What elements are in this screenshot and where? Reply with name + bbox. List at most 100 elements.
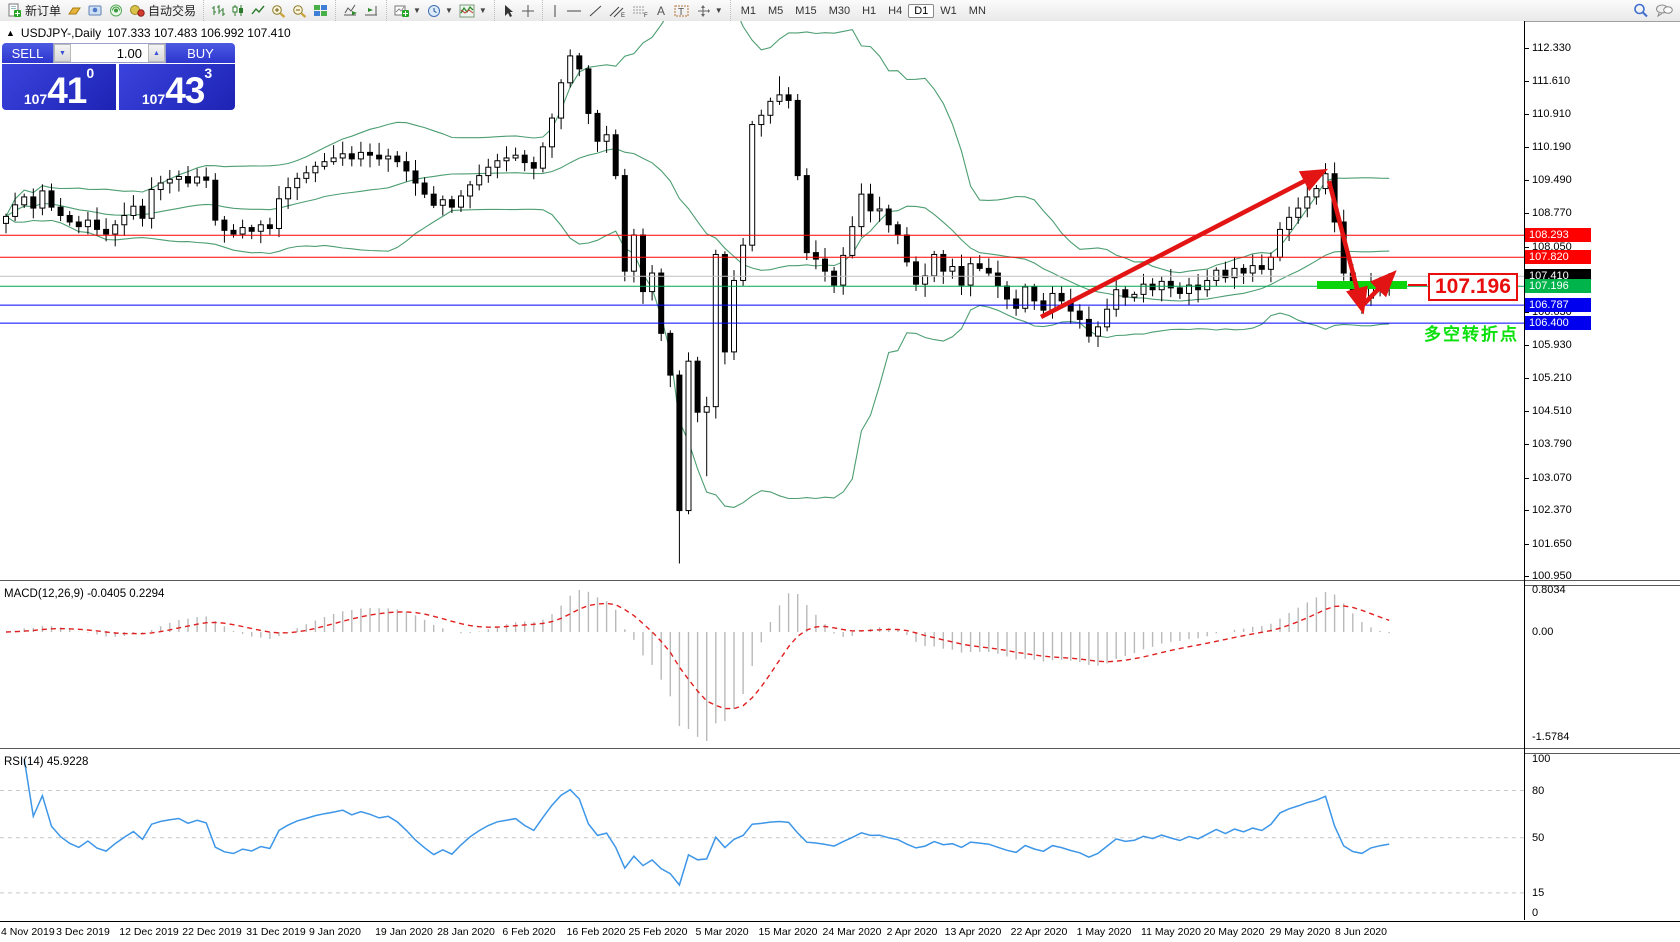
tab-timeframe-H4[interactable]: H4 [882,4,908,18]
periods-icon [427,4,440,17]
text-label-button[interactable]: T [671,3,693,19]
axis-tick [1524,113,1529,115]
price-axis-label: 105.930 [1532,338,1572,351]
bar-chart-button[interactable] [208,3,228,18]
candlestick-icon [232,5,244,16]
signal-button[interactable] [106,3,127,18]
vline-button[interactable] [547,3,563,19]
candle [849,226,856,256]
auto-scroll-icon [344,4,358,16]
arrows-button[interactable]: ▼ [693,3,726,19]
axis-tick [1524,575,1529,577]
rsi-pane[interactable] [0,752,1524,918]
svg-text:A: A [657,4,665,18]
candle [57,206,64,216]
cursor-button[interactable] [499,3,518,19]
macd-pane[interactable] [0,584,1524,748]
tab-timeframe-M5[interactable]: M5 [762,4,789,18]
macd-axis-label: 0.00 [1532,626,1554,639]
tab-timeframe-D1[interactable]: D1 [908,3,935,18]
chat-button[interactable] [1652,2,1676,19]
terminal-button[interactable] [85,3,106,18]
candle [12,204,19,217]
candle [339,153,346,159]
candle [1104,308,1111,328]
tab-timeframe-W1[interactable]: W1 [934,4,963,18]
candle [294,177,301,189]
tab-timeframe-M15[interactable]: M15 [789,4,822,18]
candle [640,234,646,293]
buy-button[interactable]: BUY [166,43,235,63]
zoom-in-button[interactable] [268,3,289,19]
fibo-button[interactable]: F [629,3,652,19]
axis-tick [1524,344,1529,346]
signal-icon [110,4,123,17]
tab-timeframe-H1[interactable]: H1 [856,4,882,18]
date-axis-label: 5 Mar 2020 [695,926,749,938]
bar-chart-icon [212,5,226,16]
chart-shift-button[interactable] [361,3,382,18]
trendline-button[interactable] [585,3,606,19]
candle [66,214,73,223]
buy-price[interactable]: 107 43 3 [119,64,235,110]
volume-up-button[interactable]: ▲ [148,44,165,62]
candle [21,196,28,206]
axis-tick [1524,510,1529,512]
auto-trading-button[interactable]: 自动交易 [127,1,199,20]
chart-title: ▲ USDJPY-,Daily 107.333 107.483 106.992 … [6,26,291,40]
sell-button[interactable]: SELL [2,43,53,63]
date-axis[interactable]: 4 Nov 2019 3 Dec 2019 12 Dec 2019 22 Dec 20… [0,921,1680,942]
indicators-icon [459,4,475,17]
tile-windows-button[interactable] [310,3,331,18]
auto-scroll-button[interactable] [340,3,361,18]
tab-timeframe-M30[interactable]: M30 [823,4,856,18]
new-order-button[interactable]: 新订单 [4,1,64,20]
axis-tick [1524,246,1529,248]
tab-timeframe-MN[interactable]: MN [963,4,992,18]
text-button[interactable]: A [652,3,671,19]
channel-button[interactable]: E [606,3,629,19]
price-callout[interactable]: 107.196 [1428,273,1518,301]
zoom-in-icon [272,4,286,18]
candle [357,151,364,160]
sell-price[interactable]: 107 41 0 [2,64,116,110]
indicators-button[interactable]: ▼ [456,3,490,19]
fibo-icon: F [632,6,648,18]
gold-button[interactable] [64,3,85,18]
volume-input[interactable]: 1.00 [71,44,148,62]
candle [567,55,574,84]
candle [1031,286,1038,302]
price-tag-107.820: 107.820 [1525,250,1591,265]
periods-button[interactable]: ▼ [424,3,456,19]
crosshair-button[interactable] [518,3,538,19]
date-axis-label: 22 Dec 2019 [182,926,242,938]
chat-icon [1656,4,1673,18]
date-axis-label: 28 Jan 2020 [437,926,495,938]
candle [1322,173,1329,190]
candle [703,406,710,413]
sell-price-point: 0 [86,65,95,81]
candlestick-button[interactable] [228,3,248,18]
caret-icon: ▼ [444,6,453,15]
date-axis-label: 22 Apr 2020 [1010,926,1068,938]
candle [712,253,719,408]
candle [1204,279,1211,291]
search-button[interactable] [1630,2,1652,19]
hline-button[interactable] [563,3,585,19]
macd-axis-label: 0.8034 [1532,584,1566,596]
rsi-axis-label: 0 [1532,906,1539,919]
sell-price-big-figure: 107 [23,91,48,107]
candle [794,99,801,177]
turning-point-text: 多空转折点 [1424,325,1519,344]
green-support-bar[interactable] [1317,281,1407,289]
tab-timeframe-M1[interactable]: M1 [735,4,762,18]
new-chart-button[interactable]: ▼ [391,3,424,18]
line-chart-button[interactable] [248,3,268,18]
trend-arrow[interactable] [1359,270,1397,309]
volume-down-button[interactable]: ▼ [54,44,71,62]
arrows-icon [697,4,710,17]
candle [740,244,747,281]
candle [503,157,510,162]
rsi-axis-label: 50 [1532,831,1545,844]
zoom-out-button[interactable] [289,3,310,19]
